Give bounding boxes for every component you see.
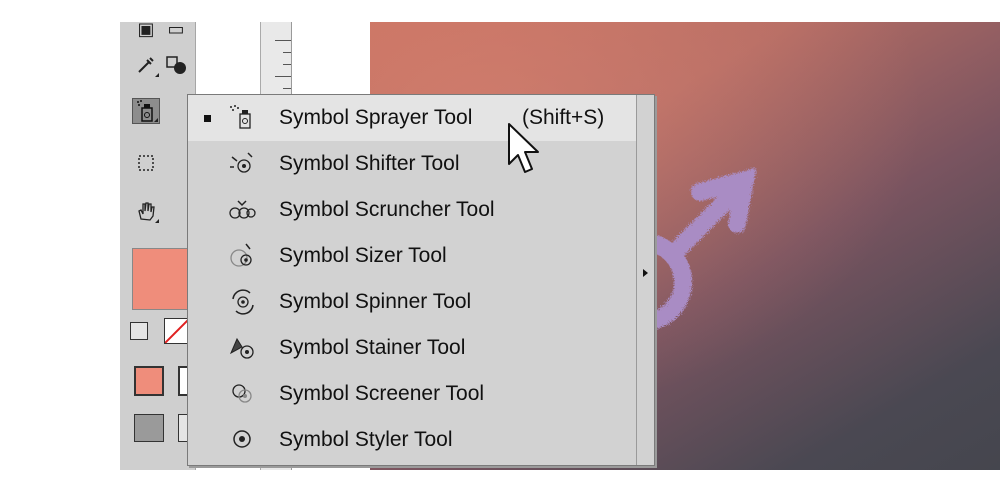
- menu-item-symbol-screener[interactable]: Symbol Screener Tool: [188, 371, 636, 417]
- menu-item-symbol-sizer[interactable]: Symbol Sizer Tool: [188, 233, 636, 279]
- gradient-icon[interactable]: ▭: [162, 22, 190, 42]
- image-icon[interactable]: ▣: [132, 22, 160, 42]
- screen-mode-icon[interactable]: [134, 414, 164, 442]
- menu-item-symbol-styler[interactable]: Symbol Styler Tool: [188, 417, 636, 463]
- artboard-icon[interactable]: [132, 150, 160, 176]
- menu-item-symbol-shifter[interactable]: Symbol Shifter Tool: [188, 141, 636, 187]
- hand-icon[interactable]: [132, 198, 160, 224]
- menu-item-label: Symbol Sprayer Tool: [279, 106, 473, 129]
- selected-bullet: [204, 115, 211, 122]
- tearoff-bar[interactable]: [636, 95, 654, 465]
- symbol-sprayer-icon: [230, 105, 251, 129]
- symbol-tools-flyout: Symbol Sprayer Tool (Shift+S) Symbol Shi…: [187, 94, 655, 466]
- symbol-screener-icon: [232, 384, 252, 403]
- symbol-styler-icon: [233, 430, 251, 448]
- fill-mode-icon[interactable]: [134, 366, 164, 396]
- symbol-scruncher-icon: [229, 200, 256, 219]
- tools-panel: ▣ ▭: [120, 22, 196, 470]
- menu-item-label: Symbol Screener Tool: [279, 382, 485, 405]
- default-colors-icon[interactable]: [130, 322, 148, 340]
- mouse-pointer-icon: [508, 123, 539, 173]
- symbol-shifter-icon: [230, 152, 253, 173]
- menu-item-symbol-sprayer[interactable]: Symbol Sprayer Tool (Shift+S): [188, 95, 636, 141]
- menu-item-label: Symbol Shifter Tool: [279, 152, 460, 175]
- symbol-sizer-icon: [230, 243, 252, 267]
- menu-item-symbol-spinner[interactable]: Symbol Spinner Tool: [188, 279, 636, 325]
- symbol-stainer-icon: [229, 337, 254, 359]
- menu-item-label: Symbol Scruncher Tool: [279, 198, 495, 221]
- menu-item-label: Symbol Sizer Tool: [279, 244, 447, 267]
- screenshot-crop: ▣ ▭ Symbol Sprayer Tool (Shift+S) Symbol…: [120, 22, 1000, 470]
- fill-color-swatch[interactable]: [132, 248, 190, 310]
- menu-item-label: Symbol Spinner Tool: [279, 290, 472, 313]
- symbol-sprayer-tool-button[interactable]: [132, 98, 160, 124]
- menu-item-label: Symbol Stainer Tool: [279, 336, 466, 359]
- symbol-spinner-icon: [232, 289, 254, 315]
- menu-item-symbol-scruncher[interactable]: Symbol Scruncher Tool: [188, 187, 636, 233]
- menu-item-label: Symbol Styler Tool: [279, 428, 453, 451]
- blend-icon[interactable]: [162, 52, 190, 78]
- eyedropper-icon[interactable]: [132, 52, 160, 78]
- menu-item-symbol-stainer[interactable]: Symbol Stainer Tool: [188, 325, 636, 371]
- tearoff-arrow-icon: [643, 269, 648, 277]
